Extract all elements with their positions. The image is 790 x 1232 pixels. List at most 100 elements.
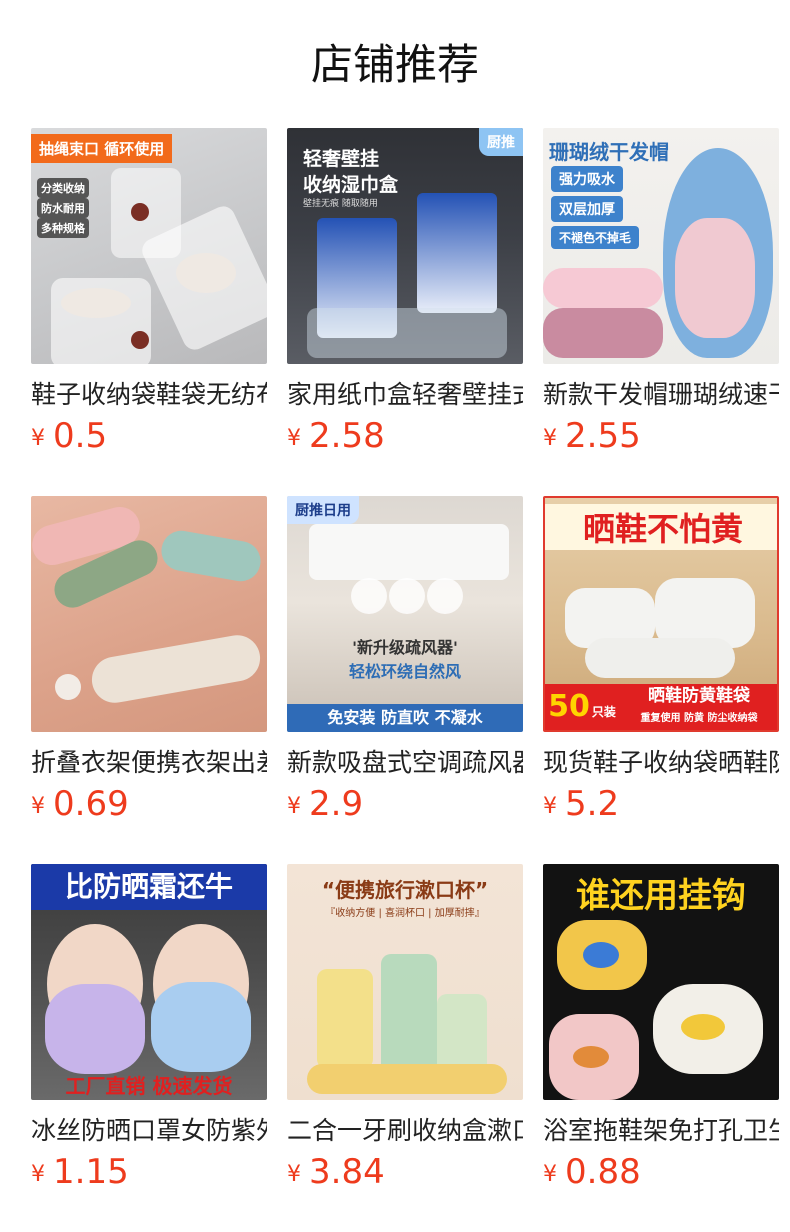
price-value: 2.9: [309, 784, 364, 824]
product-name[interactable]: 新款吸盘式空调疏风器: [287, 746, 523, 780]
currency-symbol: ¥: [543, 1162, 557, 1187]
holder-shape: [307, 308, 507, 358]
image-headline: 轻奢壁挂: [303, 148, 380, 170]
product-image[interactable]: 珊瑚绒干发帽 强力吸水 双层加厚 不褪色不掉毛: [543, 128, 779, 364]
hook-face: [583, 942, 619, 968]
image-footer: 重复使用 防黄 防尘收纳袋: [619, 708, 777, 730]
product-name[interactable]: 折叠衣架便携衣架出差: [31, 746, 267, 780]
towel-cap-shape: [675, 218, 755, 338]
image-badge: 抽绳束口 循环使用: [31, 134, 173, 163]
currency-symbol: ¥: [31, 1162, 45, 1187]
price-value: 5.2: [565, 784, 620, 824]
image-headline: 珊瑚绒干发帽: [549, 140, 669, 164]
image-subtext: 『收纳方便 | 喜润杯口 | 加厚耐摔』: [325, 908, 485, 919]
count-unit: 只装: [591, 705, 616, 719]
image-footer: 工厂直销 极速发货: [65, 1074, 233, 1098]
image-headline: 比防晒霜还牛: [31, 864, 267, 910]
mask-shape: [151, 982, 251, 1072]
currency-symbol: ¥: [287, 794, 301, 819]
price-value: 0.88: [565, 1152, 641, 1192]
product-price: ¥1.15: [31, 1152, 267, 1192]
product-image[interactable]: 厨推日用 '新升级疏风器' 轻松环绕自然风 免安装 防直吹 不凝水: [287, 496, 523, 732]
product-card[interactable]: 折叠衣架便携衣架出差 ¥0.69: [31, 496, 267, 864]
product-image[interactable]: “便携旅行漱口杯” 『收纳方便 | 喜润杯口 | 加厚耐摔』: [287, 864, 523, 1100]
image-headline: 谁还用挂钩: [576, 876, 746, 916]
product-card[interactable]: 晒鞋不怕黄 50 只装 晒鞋防黄鞋袋 重复使用 防黄 防尘收纳袋 现货鞋子收纳袋晒…: [543, 496, 779, 864]
product-card[interactable]: 珊瑚绒干发帽 强力吸水 双层加厚 不褪色不掉毛 新款干发帽珊瑚绒速干 ¥2.55: [543, 128, 779, 496]
product-price: ¥0.88: [543, 1152, 779, 1192]
product-image[interactable]: 谁还用挂钩: [543, 864, 779, 1100]
fan-shape: [427, 578, 463, 614]
image-headline: 晒鞋不怕黄: [545, 504, 777, 550]
cup-shape: [317, 969, 373, 1069]
hook-face: [573, 1046, 609, 1068]
product-name[interactable]: 浴室拖鞋架免打孔卫生间: [543, 1114, 779, 1148]
product-image[interactable]: 抽绳束口 循环使用 分类收纳 防水耐用 多种规格: [31, 128, 267, 364]
count-value: 50: [548, 689, 590, 724]
product-price: ¥2.9: [287, 784, 523, 824]
product-name[interactable]: 鞋子收纳袋鞋袋无纺布: [31, 378, 267, 412]
image-footer: 免安装 防直吹 不凝水: [287, 704, 523, 732]
product-name[interactable]: 家用纸巾盒轻奢壁挂式: [287, 378, 523, 412]
ball-shape: [55, 674, 81, 700]
image-headline: “便携旅行漱口杯”: [321, 878, 489, 902]
mask-shape: [45, 984, 145, 1074]
product-name[interactable]: 冰丝防晒口罩女防紫外线: [31, 1114, 267, 1148]
product-card[interactable]: “便携旅行漱口杯” 『收纳方便 | 喜润杯口 | 加厚耐摔』 二合一牙刷收纳盒漱…: [287, 864, 523, 1232]
image-tag: 强力吸水: [551, 166, 623, 192]
product-image[interactable]: 比防晒霜还牛 工厂直销 极速发货: [31, 864, 267, 1100]
product-name[interactable]: 现货鞋子收纳袋晒鞋防黄: [543, 746, 779, 780]
image-tag: 分类收纳: [37, 178, 89, 198]
product-card[interactable]: 谁还用挂钩 浴室拖鞋架免打孔卫生间 ¥0.88: [543, 864, 779, 1232]
product-price: ¥0.5: [31, 416, 267, 456]
product-image[interactable]: 厨推 轻奢壁挂 收纳湿巾盒 壁挂无痕 随取随用: [287, 128, 523, 364]
product-name[interactable]: 新款干发帽珊瑚绒速干: [543, 378, 779, 412]
image-headline: 轻松环绕自然风: [348, 662, 461, 681]
cup-shape: [381, 954, 437, 1074]
price-value: 0.69: [53, 784, 129, 824]
image-tag: 多种规格: [37, 218, 89, 238]
image-corner-tag: 厨推: [479, 128, 523, 156]
currency-symbol: ¥: [31, 426, 45, 451]
currency-symbol: ¥: [543, 426, 557, 451]
page-title: 店铺推荐: [310, 40, 479, 89]
image-corner-tag: 厨推日用: [287, 496, 359, 524]
shoe-shape: [61, 288, 131, 318]
image-subtext: 壁挂无痕 随取随用: [303, 199, 378, 209]
currency-symbol: ¥: [287, 426, 301, 451]
product-price: ¥2.55: [543, 416, 779, 456]
price-value: 3.84: [309, 1152, 385, 1192]
bear-logo: [131, 331, 149, 349]
product-card[interactable]: 厨推 轻奢壁挂 收纳湿巾盒 壁挂无痕 随取随用 家用纸巾盒轻奢壁挂式 ¥2.58: [287, 128, 523, 496]
price-value: 1.15: [53, 1152, 129, 1192]
image-headline: 收纳湿巾盒: [303, 174, 399, 196]
product-name[interactable]: 二合一牙刷收纳盒漱口杯: [287, 1114, 523, 1148]
bear-logo: [131, 203, 149, 221]
tissue-box-shape: [417, 193, 497, 313]
product-price: ¥2.58: [287, 416, 523, 456]
fan-shape: [351, 578, 387, 614]
towel-stack-shape: [543, 308, 663, 358]
image-tag: 不褪色不掉毛: [551, 226, 640, 249]
hanger-shape: [88, 631, 264, 707]
product-card[interactable]: 厨推日用 '新升级疏风器' 轻松环绕自然风 免安装 防直吹 不凝水 新款吸盘式空…: [287, 496, 523, 864]
product-price: ¥3.84: [287, 1152, 523, 1192]
price-value: 2.55: [565, 416, 641, 456]
image-footer: 晒鞋防黄鞋袋: [619, 684, 777, 708]
price-value: 2.58: [309, 416, 385, 456]
image-tag: 防水耐用: [37, 198, 89, 218]
product-card[interactable]: 抽绳束口 循环使用 分类收纳 防水耐用 多种规格 鞋子收纳袋鞋袋无纺布 ¥0.5: [31, 128, 267, 496]
mesh-bag-shape: [585, 638, 735, 678]
product-card[interactable]: 比防晒霜还牛 工厂直销 极速发货 冰丝防晒口罩女防紫外线 ¥1.15: [31, 864, 267, 1232]
currency-symbol: ¥: [543, 794, 557, 819]
product-image[interactable]: [31, 496, 267, 732]
product-grid: 抽绳束口 循环使用 分类收纳 防水耐用 多种规格 鞋子收纳袋鞋袋无纺布 ¥0.5…: [31, 128, 779, 1232]
image-count: 50 只装: [545, 684, 619, 730]
product-price: ¥0.69: [31, 784, 267, 824]
product-image[interactable]: 晒鞋不怕黄 50 只装 晒鞋防黄鞋袋 重复使用 防黄 防尘收纳袋: [543, 496, 779, 732]
air-conditioner-shape: [309, 524, 509, 580]
stand-shape: [307, 1064, 507, 1094]
image-tag: 双层加厚: [551, 196, 623, 222]
shoe-shape: [176, 253, 236, 293]
currency-symbol: ¥: [31, 794, 45, 819]
